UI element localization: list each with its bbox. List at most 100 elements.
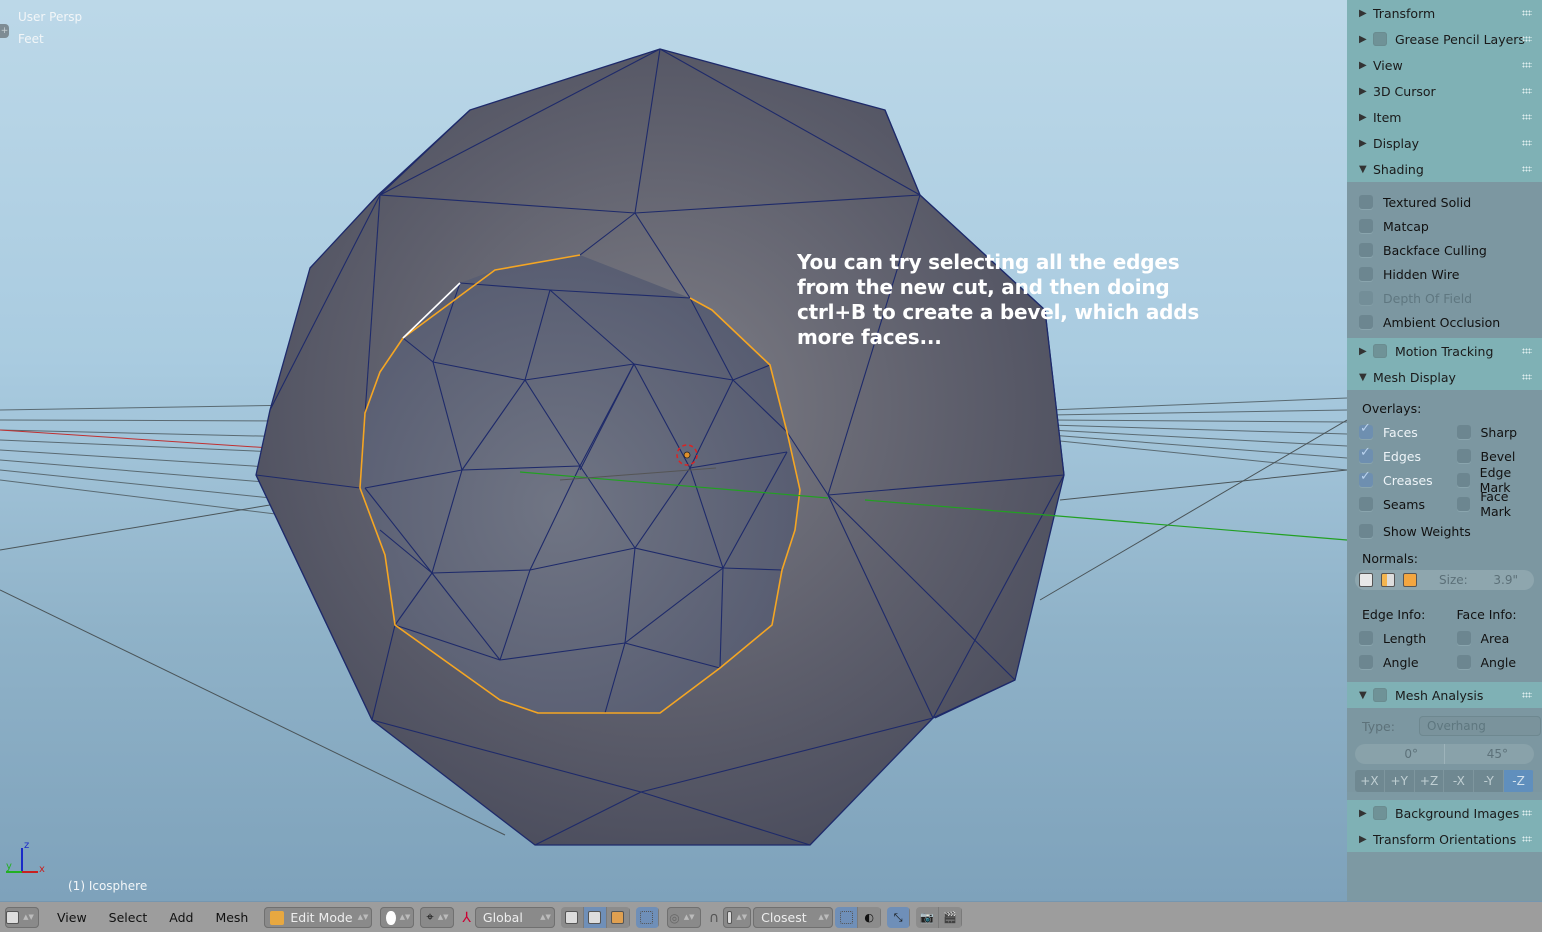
panel-enable-checkbox[interactable] <box>1373 806 1387 820</box>
checkbox[interactable] <box>1456 631 1471 645</box>
opengl-render-button[interactable]: ⤡ <box>887 907 911 928</box>
checkbox[interactable] <box>1359 219 1373 233</box>
render-animation-button[interactable]: 🎬 <box>939 907 963 928</box>
checkbox-edge-angle[interactable]: Angle <box>1347 650 1445 674</box>
checkbox[interactable] <box>1359 497 1373 511</box>
shading-dropdown[interactable]: ▲▼ <box>380 907 415 928</box>
face-select-button[interactable] <box>606 907 630 928</box>
checkbox-ambient-occlusion[interactable]: Ambient Occlusion <box>1347 310 1542 334</box>
drag-grip-icon[interactable] <box>1522 36 1532 42</box>
axis-button-neg-y[interactable]: -Y <box>1474 770 1505 792</box>
manipulator-icon[interactable]: ⅄ <box>462 910 471 926</box>
range-min-field[interactable]: 0° <box>1355 744 1445 764</box>
panel-view[interactable]: ▶ View <box>1347 52 1542 78</box>
panel-enable-checkbox[interactable] <box>1373 32 1387 46</box>
snap-element-dropdown[interactable]: ▲▼ <box>723 907 752 928</box>
icosphere-mesh[interactable] <box>255 48 1347 846</box>
snap-project-button[interactable]: ◐ <box>858 907 882 928</box>
normals-size-field[interactable]: 3.9" <box>1493 573 1518 587</box>
edge-select-button[interactable] <box>583 907 607 928</box>
axis-button-pos-y[interactable]: +Y <box>1384 770 1415 792</box>
snap-magnet-icon[interactable]: ∩ <box>709 910 719 926</box>
checkbox[interactable] <box>1456 425 1471 439</box>
pivot-point-dropdown[interactable]: ⌖ ▲▼ <box>420 907 455 928</box>
editor-type-button[interactable]: ▲▼ <box>5 907 39 928</box>
menu-mesh[interactable]: Mesh <box>215 910 248 925</box>
checkbox-creases[interactable]: Creases <box>1347 468 1445 492</box>
panel-motion-tracking[interactable]: ▶ Motion Tracking <box>1347 338 1542 364</box>
axis-button-neg-x[interactable]: -X <box>1444 770 1475 792</box>
checkbox-face-angle[interactable]: Angle <box>1445 650 1542 674</box>
panel-enable-checkbox[interactable] <box>1373 688 1387 702</box>
checkbox-seams[interactable]: Seams <box>1347 492 1445 516</box>
drag-grip-icon[interactable] <box>1522 692 1532 698</box>
checkbox[interactable] <box>1359 315 1373 329</box>
drag-grip-icon[interactable] <box>1522 166 1532 172</box>
checkbox[interactable] <box>1359 655 1373 669</box>
panel-grease-pencil-layers[interactable]: ▶ Grease Pencil Layers <box>1347 26 1542 52</box>
checkbox-checked[interactable] <box>1359 421 1373 439</box>
checkbox[interactable] <box>1359 524 1373 538</box>
checkbox-faces[interactable]: Faces <box>1347 420 1445 444</box>
checkbox[interactable] <box>1359 267 1373 281</box>
3d-viewport[interactable]: User Persp Feet + You can try selecting … <box>0 0 1347 901</box>
checkbox-checked[interactable] <box>1359 445 1373 463</box>
menu-select[interactable]: Select <box>109 910 148 925</box>
drag-grip-icon[interactable] <box>1522 10 1532 16</box>
panel-mesh-analysis[interactable]: ▼ Mesh Analysis <box>1347 682 1542 708</box>
mode-dropdown[interactable]: Edit Mode ▲▼ <box>264 907 373 928</box>
drag-grip-icon[interactable] <box>1522 810 1532 816</box>
panel-transform[interactable]: ▶ Transform <box>1347 0 1542 26</box>
panel-item[interactable]: ▶ Item <box>1347 104 1542 130</box>
limit-selection-visible-button[interactable] <box>635 907 659 928</box>
drag-grip-icon[interactable] <box>1522 374 1532 380</box>
axis-button-pos-x[interactable]: +X <box>1355 770 1385 792</box>
panel-transform-orientations[interactable]: ▶ Transform Orientations <box>1347 826 1542 852</box>
checkbox-face-mark[interactable]: Face Mark <box>1445 489 1542 519</box>
proportional-editing-dropdown[interactable]: ◎ ▲▼ <box>666 907 701 928</box>
checkbox-show-weights[interactable]: Show Weights <box>1347 516 1542 546</box>
panel-mesh-display[interactable]: ▼ Mesh Display <box>1347 364 1542 390</box>
checkbox-edges[interactable]: Edges <box>1347 444 1445 468</box>
range-max-field[interactable]: 45° <box>1445 744 1534 764</box>
checkbox-matcap[interactable]: Matcap <box>1347 214 1542 238</box>
analysis-type-dropdown[interactable]: Overhang <box>1419 716 1541 736</box>
checkbox[interactable] <box>1359 243 1373 257</box>
checkbox-textured-solid[interactable]: Textured Solid <box>1347 190 1542 214</box>
checkbox-edge-length[interactable]: Length <box>1347 626 1445 650</box>
checkbox[interactable] <box>1456 473 1470 487</box>
checkbox[interactable] <box>1456 655 1471 669</box>
panel-display[interactable]: ▶ Display <box>1347 130 1542 156</box>
checkbox-sharp[interactable]: Sharp <box>1445 420 1542 444</box>
checkbox-face-area[interactable]: Area <box>1445 626 1542 650</box>
drag-grip-icon[interactable] <box>1522 88 1532 94</box>
drag-grip-icon[interactable] <box>1522 62 1532 68</box>
snap-align-button[interactable] <box>835 907 859 928</box>
vertex-select-button[interactable] <box>560 907 584 928</box>
drag-grip-icon[interactable] <box>1522 348 1532 354</box>
face-normals-toggle[interactable] <box>1399 570 1421 590</box>
checkbox[interactable] <box>1359 195 1373 209</box>
panel-3d-cursor[interactable]: ▶ 3D Cursor <box>1347 78 1542 104</box>
snap-target-dropdown[interactable]: Closest ▲▼ <box>753 907 834 928</box>
panel-background-images[interactable]: ▶ Background Images <box>1347 800 1542 826</box>
menu-view[interactable]: View <box>57 910 87 925</box>
panel-enable-checkbox[interactable] <box>1373 344 1387 358</box>
axis-button-pos-z[interactable]: +Z <box>1414 770 1445 792</box>
render-still-button[interactable]: 📷 <box>916 907 940 928</box>
drag-grip-icon[interactable] <box>1522 836 1532 842</box>
vertex-normals-toggle[interactable] <box>1355 570 1377 590</box>
orientation-dropdown[interactable]: Global ▲▼ <box>474 907 555 928</box>
toolshelf-expand-button[interactable]: + <box>0 24 9 38</box>
checkbox[interactable] <box>1359 631 1373 645</box>
checkbox-hidden-wire[interactable]: Hidden Wire <box>1347 262 1542 286</box>
axis-button-neg-z[interactable]: -Z <box>1504 770 1534 792</box>
split-normals-toggle[interactable] <box>1377 570 1399 590</box>
checkbox-backface-culling[interactable]: Backface Culling <box>1347 238 1542 262</box>
checkbox[interactable] <box>1456 449 1471 463</box>
checkbox-checked[interactable] <box>1359 469 1373 487</box>
drag-grip-icon[interactable] <box>1522 114 1532 120</box>
drag-grip-icon[interactable] <box>1522 140 1532 146</box>
checkbox[interactable] <box>1456 497 1471 511</box>
menu-add[interactable]: Add <box>169 910 193 925</box>
